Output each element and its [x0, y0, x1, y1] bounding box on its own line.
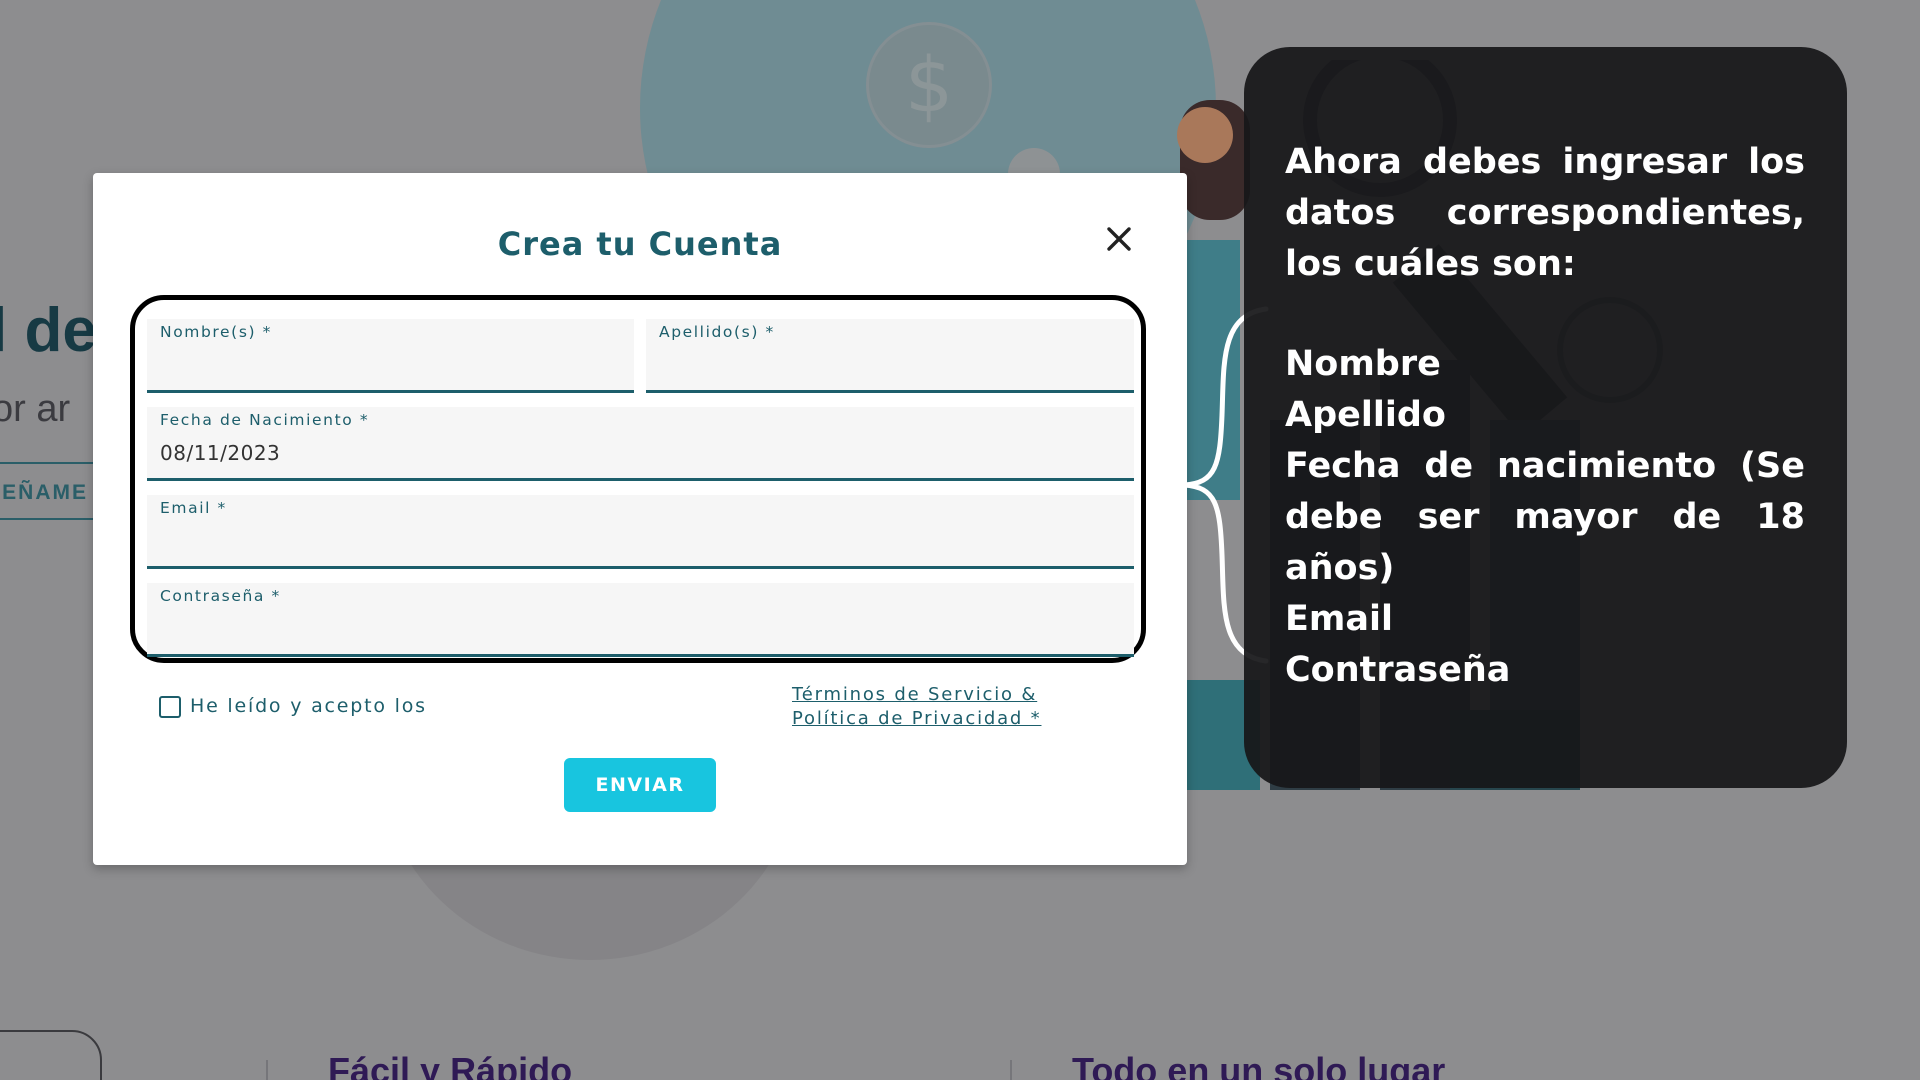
field-label: Email * [160, 499, 227, 517]
tutorial-item: Fecha de nacimiento (Se debe ser mayor d… [1285, 446, 1805, 588]
tutorial-item: Nombre [1285, 344, 1441, 384]
tutorial-list: Nombre Apellido Fecha de nacimiento (Se … [1285, 339, 1805, 696]
field-label: Contraseña * [160, 587, 281, 605]
coin-icon: $ [866, 22, 992, 148]
field-label: Fecha de Nacimiento * [160, 411, 370, 429]
email-field[interactable]: Email * [147, 495, 1134, 569]
modal-title: Crea tu Cuenta [497, 225, 783, 263]
field-value: 08/11/2023 [160, 441, 281, 465]
close-icon [1107, 227, 1131, 251]
terms-privacy-link[interactable]: Términos de Servicio & Política de Priva… [792, 683, 1041, 731]
submit-button[interactable]: ENVIAR [564, 758, 716, 812]
tutorial-item: Email [1285, 599, 1393, 639]
birthdate-field[interactable]: Fecha de Nacimiento * 08/11/2023 [147, 407, 1134, 481]
tutorial-item: Apellido [1285, 395, 1446, 435]
feature-separator [1010, 1060, 1012, 1080]
field-label: Apellido(s) * [659, 323, 775, 341]
hero-button: EÑAME [0, 462, 100, 520]
terms-link-line: Política de Privacidad * [792, 708, 1042, 729]
apellido-field[interactable]: Apellido(s) * [646, 319, 1134, 393]
accept-terms-checkbox[interactable] [159, 696, 181, 718]
background-pill-button [0, 1030, 102, 1080]
nombre-field[interactable]: Nombre(s) * [147, 319, 634, 393]
accept-terms-label: He leído y acepto los [190, 695, 427, 717]
feature-title: Todo en un solo lugar [1072, 1050, 1446, 1080]
password-field[interactable]: Contraseña * [147, 583, 1134, 657]
tutorial-item: Contraseña [1285, 650, 1511, 690]
create-account-modal: Crea tu Cuenta Nombre(s) * Apellido(s) *… [93, 173, 1187, 865]
feature-title: Fácil y Rápido [328, 1050, 573, 1080]
tutorial-intro: Ahora debes ingresar los datos correspon… [1285, 142, 1805, 284]
feature-separator [266, 1060, 268, 1080]
hero-subtitle: or ar [0, 388, 71, 430]
field-label: Nombre(s) * [160, 323, 273, 341]
close-button[interactable] [1103, 223, 1135, 255]
hero-title: l de [0, 296, 97, 365]
tutorial-panel: Ahora debes ingresar los datos correspon… [1244, 47, 1847, 788]
terms-link-line: Términos de Servicio & [792, 684, 1038, 705]
